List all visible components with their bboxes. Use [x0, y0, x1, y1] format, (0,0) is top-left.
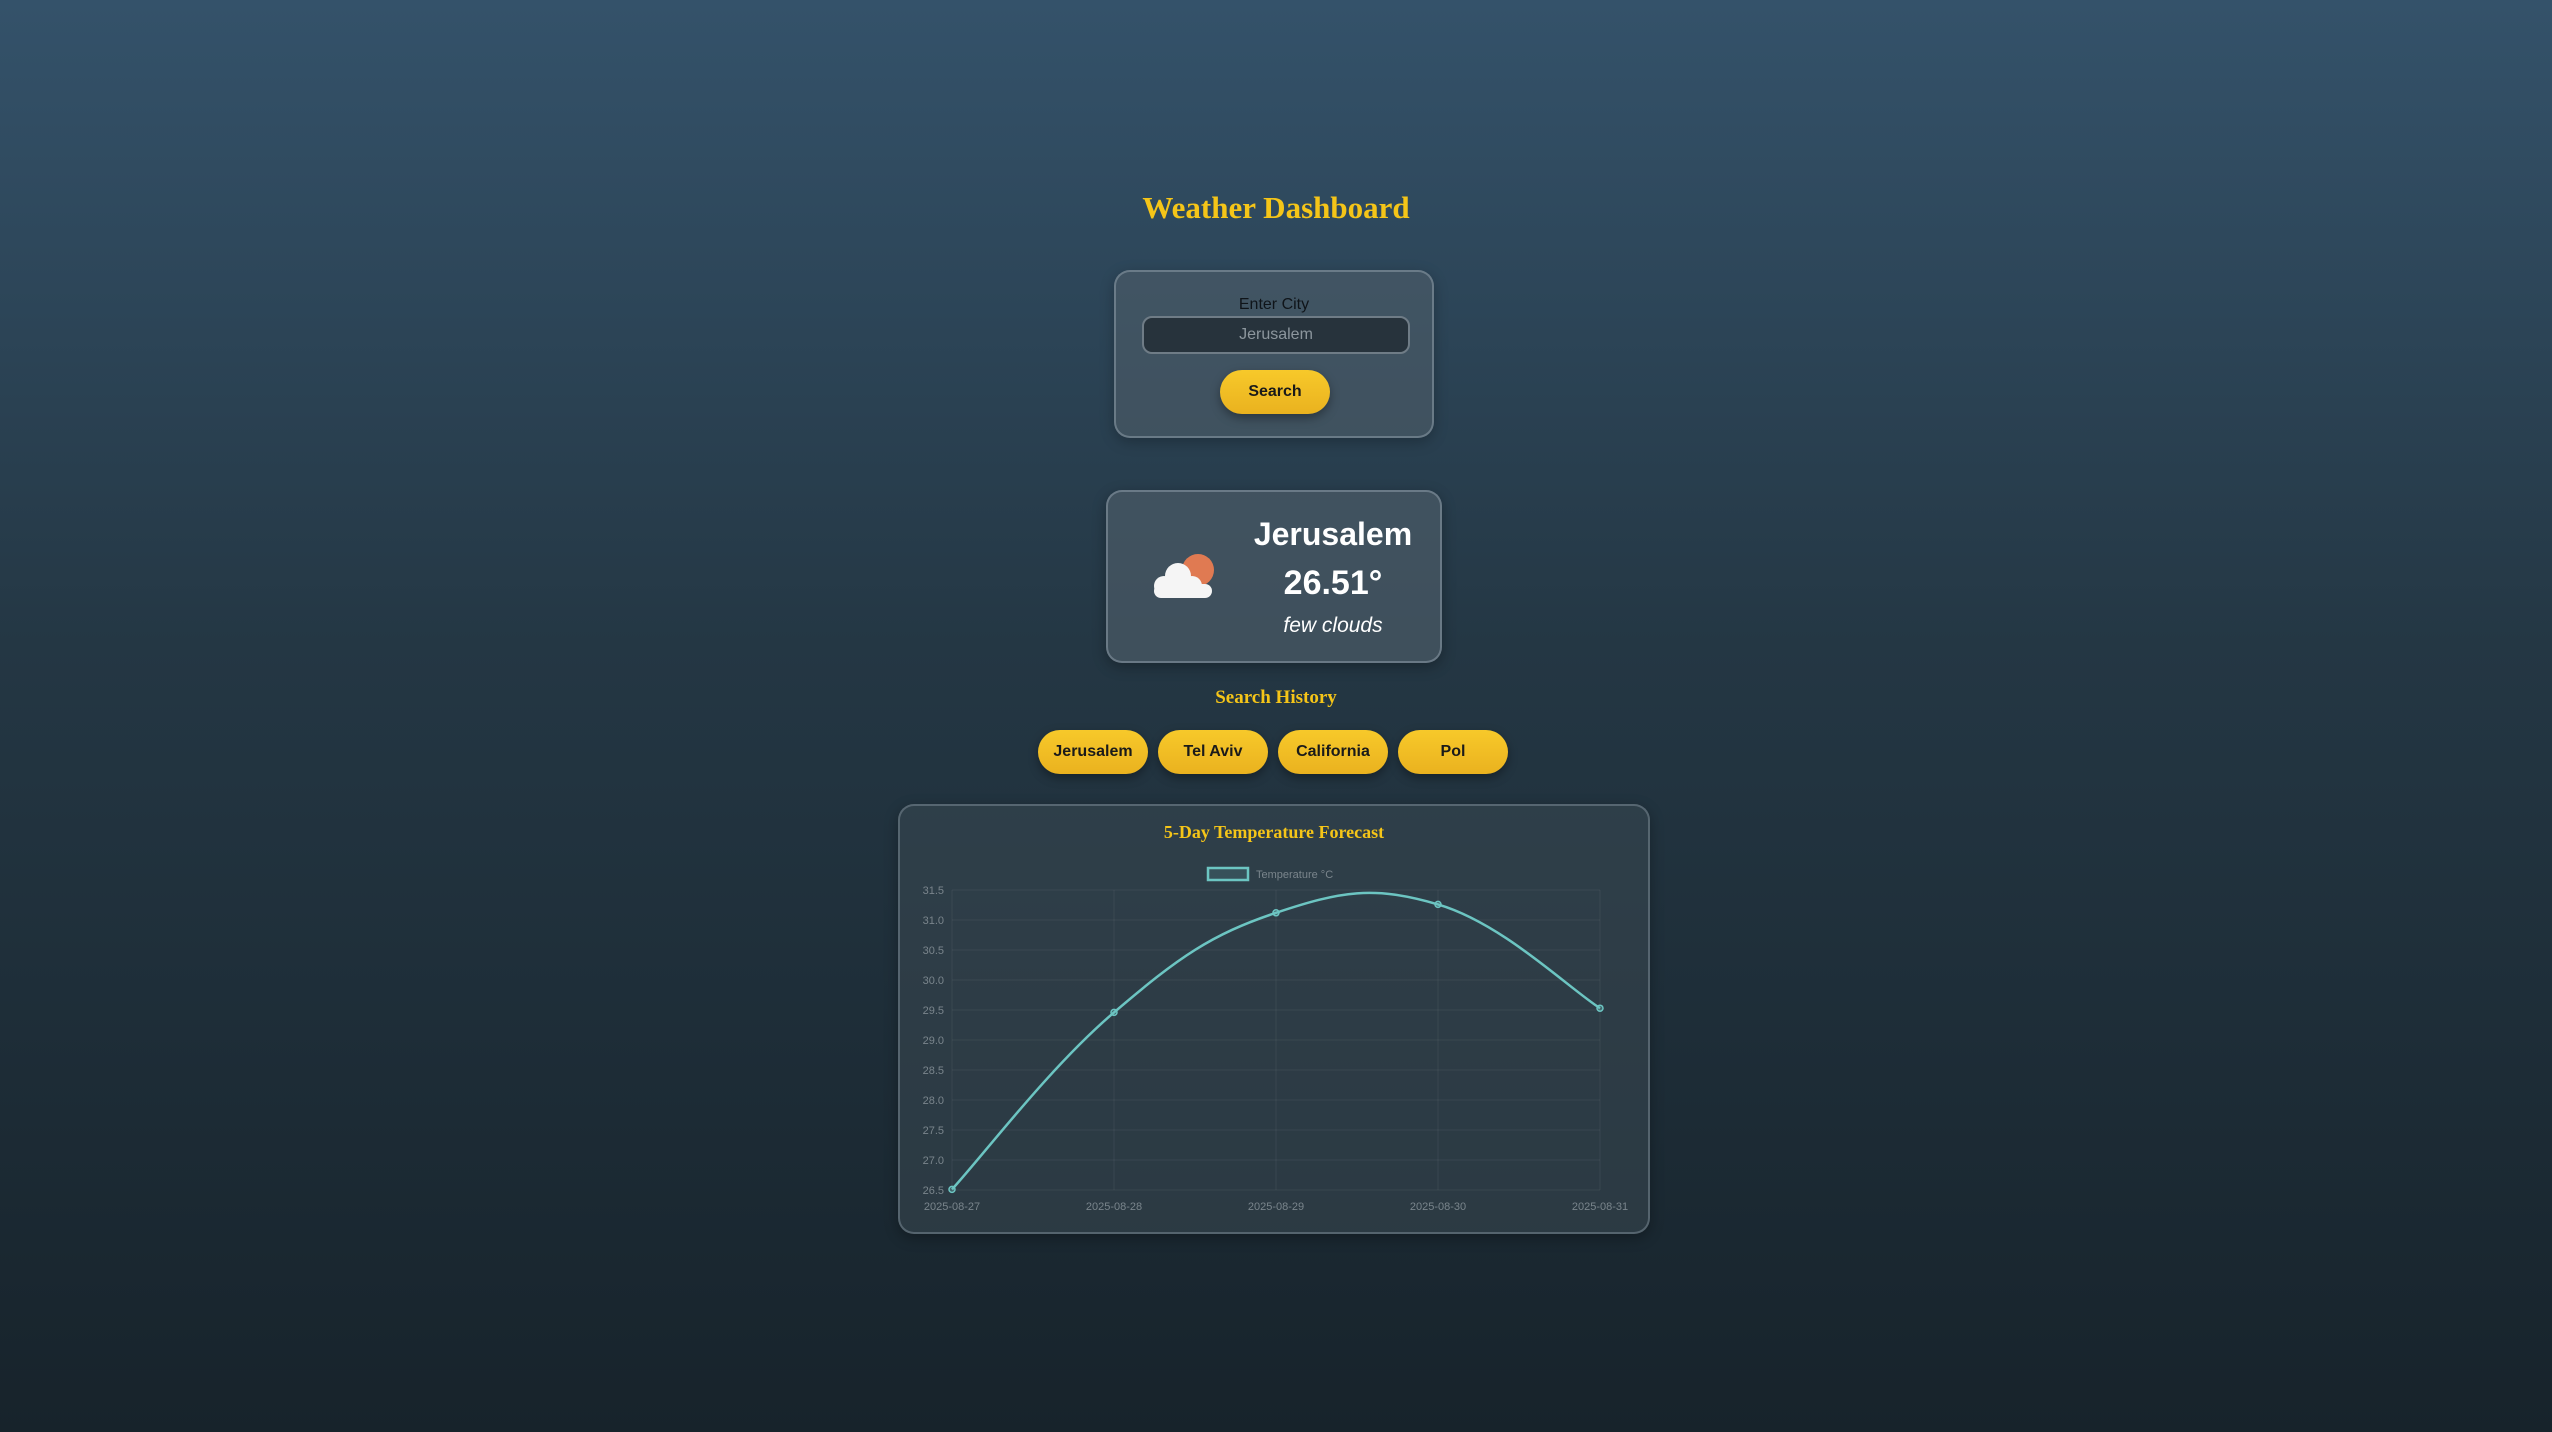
city-input-label: Enter City — [1238, 296, 1310, 313]
city-search-input[interactable] — [1142, 316, 1410, 354]
search-history-heading: Search History — [1215, 687, 1337, 708]
y-tick-label: 30.5 — [923, 945, 944, 957]
current-weather-card: Jerusalem 26.51° few clouds — [1106, 490, 1442, 663]
history-item-button[interactable]: Jerusalem — [1038, 730, 1148, 774]
y-tick-label: 30.0 — [923, 975, 944, 987]
current-city-name: Jerusalem — [1253, 516, 1413, 552]
y-tick-label: 27.5 — [923, 1125, 944, 1137]
y-tick-label: 28.5 — [923, 1065, 944, 1077]
y-tick-label: 28.0 — [923, 1095, 944, 1107]
y-tick-label: 26.5 — [923, 1185, 944, 1197]
few-clouds-icon — [1154, 554, 1214, 598]
page-title: Weather Dashboard — [1142, 190, 1410, 225]
x-tick-label: 2025-08-27 — [924, 1201, 980, 1213]
history-item-button[interactable]: Tel Aviv — [1158, 730, 1268, 774]
y-tick-label: 29.5 — [923, 1005, 944, 1017]
search-panel: Enter City Search — [1114, 270, 1434, 438]
search-button[interactable]: Search — [1220, 370, 1330, 414]
y-tick-label: 31.5 — [923, 885, 944, 897]
data-point — [1110, 1008, 1118, 1017]
y-tick-label: 29.0 — [923, 1035, 944, 1047]
search-history-list: Jerusalem Tel Aviv California Pol — [1038, 730, 1508, 774]
x-tick-label: 2025-08-30 — [1410, 1201, 1466, 1213]
x-tick-label: 2025-08-28 — [1086, 1201, 1142, 1213]
data-point — [1272, 909, 1280, 917]
legend-label: Temperature °C — [1256, 869, 1333, 881]
temperature-line-chart: 31.5 31.0 30.5 30.0 29.5 29.0 28.5 28.0 27.5 27.0… — [923, 866, 1628, 1213]
x-tick-label: 2025-08-29 — [1248, 1201, 1304, 1213]
history-item-button[interactable]: California — [1278, 730, 1388, 774]
data-point — [1596, 1004, 1604, 1012]
x-tick-label: 2025-08-31 — [1572, 1201, 1628, 1213]
history-item-button[interactable]: Pol — [1398, 730, 1508, 774]
data-point — [1434, 900, 1442, 909]
data-point — [948, 1185, 956, 1194]
y-tick-label: 27.0 — [923, 1155, 944, 1167]
forecast-chart-card: 5-Day Temperature Forecast 31.5 31.0 30.5 3… — [898, 804, 1650, 1234]
weather-description: few clouds — [1283, 614, 1383, 637]
legend-swatch — [1206, 866, 1250, 882]
y-tick-label: 31.0 — [923, 915, 944, 927]
current-temperature: 26.51° — [1283, 564, 1383, 602]
